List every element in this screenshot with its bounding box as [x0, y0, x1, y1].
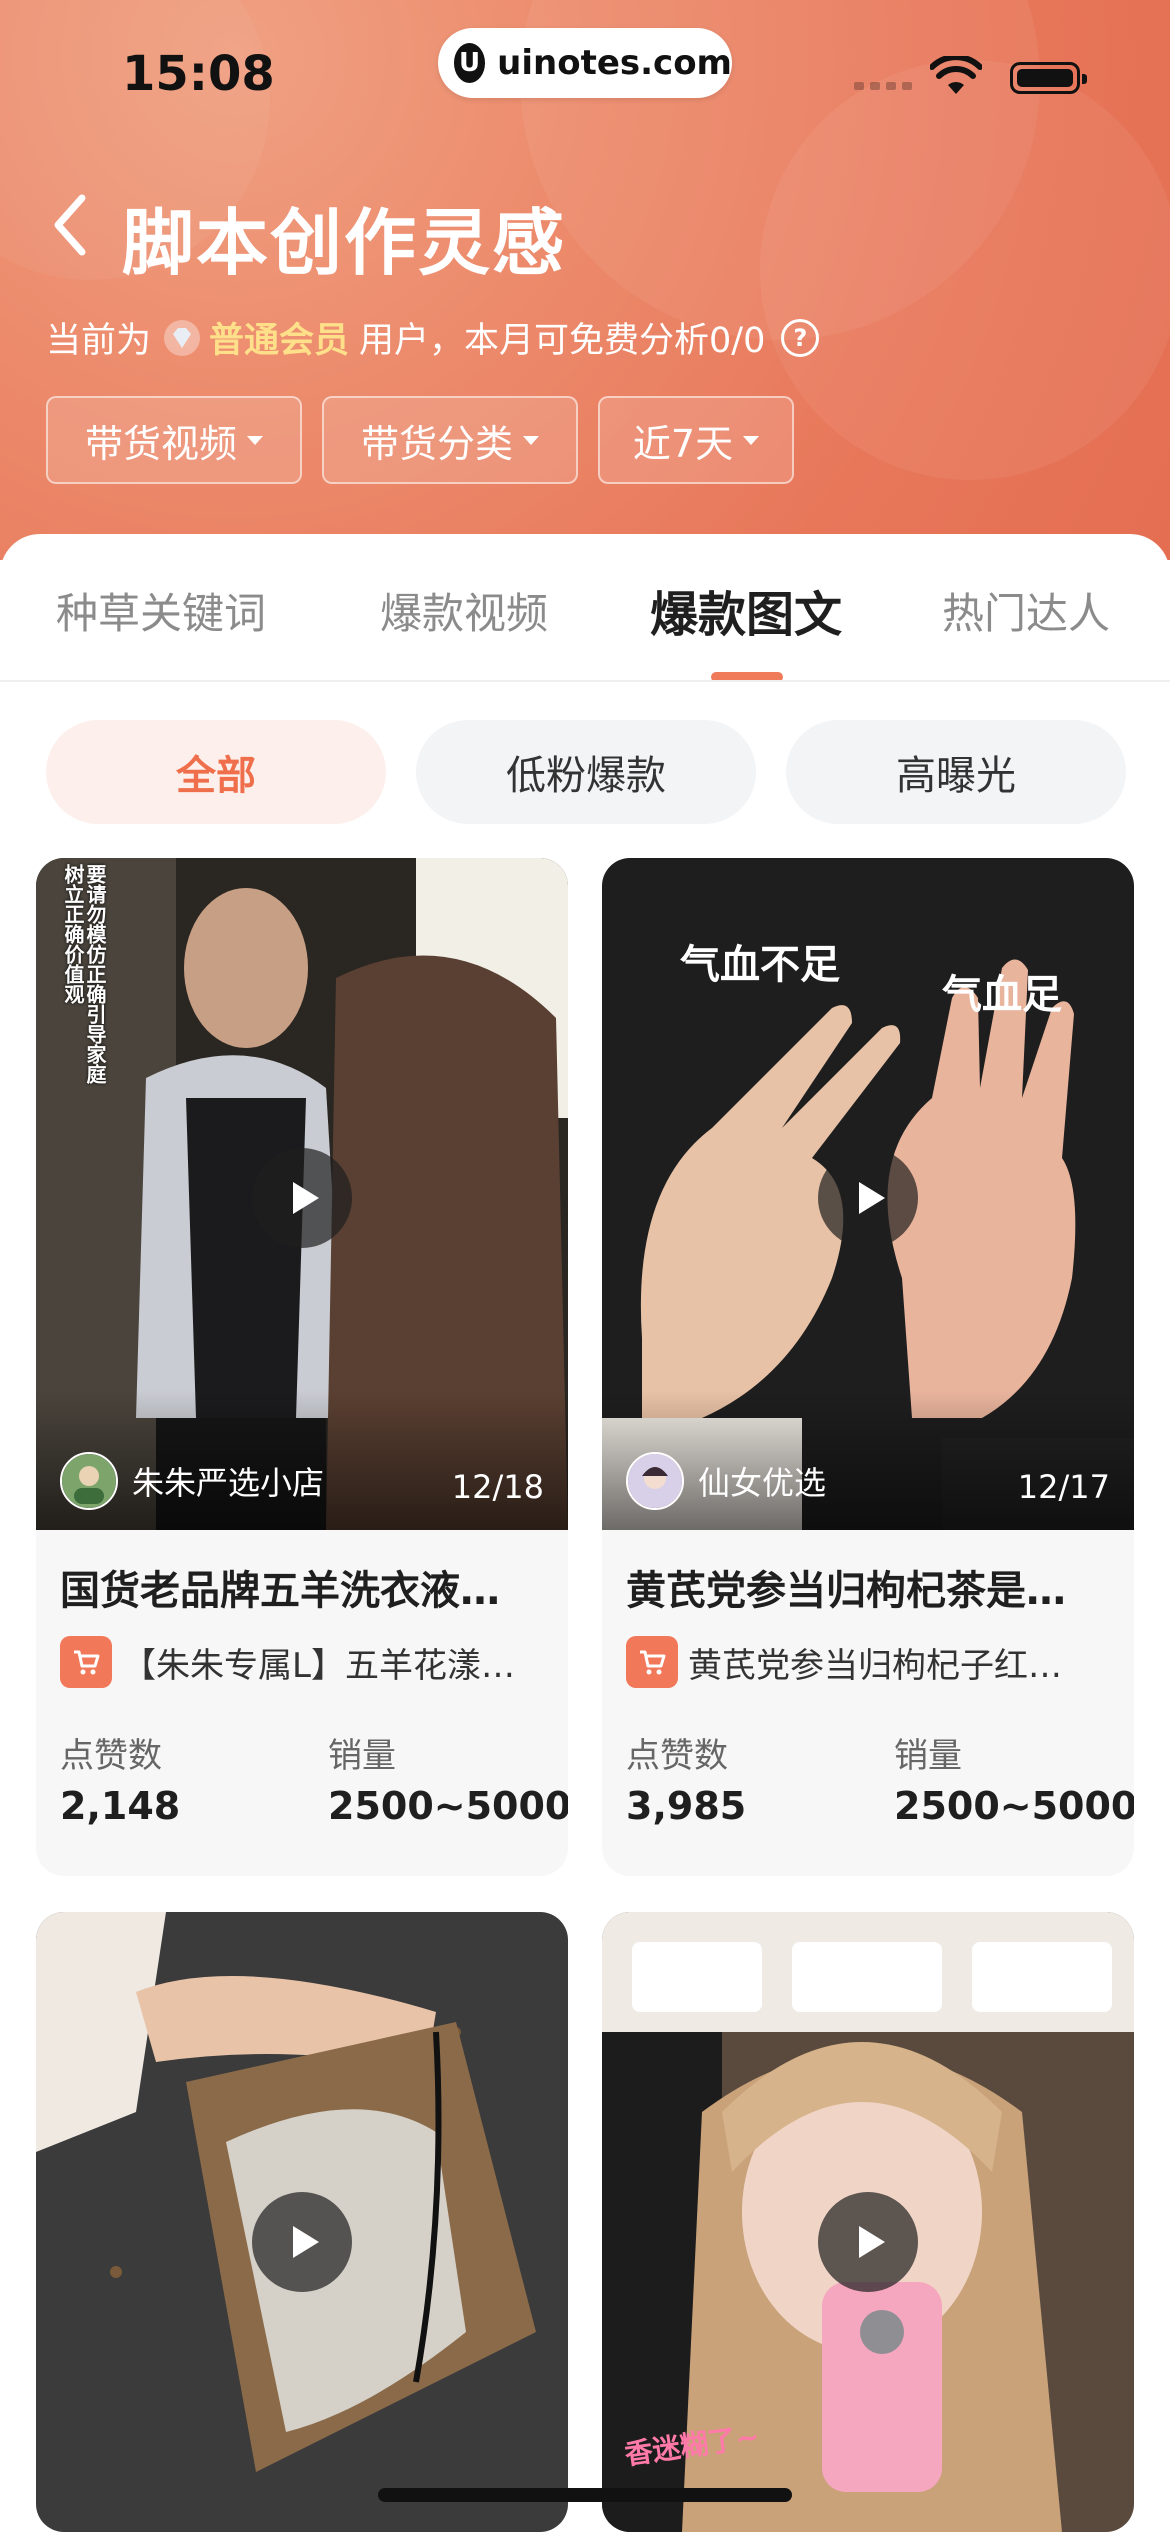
goods-name: 【朱朱专属L】五羊花漾…: [122, 1645, 515, 1686]
battery-icon: [1010, 62, 1087, 94]
help-icon[interactable]: ?: [781, 318, 820, 357]
sales-value: 2500~5000: [894, 1784, 1134, 1828]
chip-high-exposure[interactable]: 高曝光: [786, 720, 1126, 824]
card-thumbnail: 要请勿模仿正确引导家庭树立正确价值观 朱朱严选小店 12/18: [36, 858, 568, 1530]
likes-value: 3,985: [626, 1784, 747, 1828]
play-icon[interactable]: [818, 2192, 918, 2292]
page-title: 脚本创作灵感: [122, 201, 567, 285]
url-text: uinotes.com: [497, 43, 732, 83]
filter-category[interactable]: 带货分类: [322, 396, 578, 484]
card-author: 仙女优选: [626, 1452, 826, 1510]
play-icon[interactable]: [252, 2192, 352, 2292]
url-pill: U uinotes.com: [438, 28, 732, 98]
sales-label: 销量: [328, 1736, 396, 1776]
goods-name: 黄芪党参当归枸杞子红…: [688, 1645, 1062, 1686]
caret-down-icon: [247, 435, 263, 445]
tab-divider: [0, 680, 1170, 682]
tab-popular-creators[interactable]: 热门达人: [942, 580, 1110, 641]
card-thumbnail: [36, 1912, 568, 2532]
uinotes-logo-icon: U: [454, 43, 486, 83]
back-arrow-icon[interactable]: [48, 190, 96, 260]
caret-down-icon: [523, 435, 539, 445]
overlay-text-left: 气血不足: [680, 942, 840, 988]
card-thumbnail: 气血不足 气血足 仙女优选 12/17: [602, 858, 1134, 1530]
likes-label: 点赞数: [60, 1736, 162, 1776]
card-title: 黄芪党参当归枸杞茶是…: [626, 1568, 1066, 1614]
caret-down-icon: [743, 435, 760, 445]
diamond-icon: [164, 319, 201, 356]
member-prefix: 当前为: [46, 321, 152, 361]
content-card[interactable]: 要请勿模仿正确引导家庭树立正确价值观 朱朱严选小店 12/18 国货老品牌五羊洗…: [36, 858, 568, 1876]
chip-low-fans-hit[interactable]: 低粉爆款: [416, 720, 756, 824]
tab-hot-videos[interactable]: 爆款视频: [380, 580, 548, 641]
content-card[interactable]: 气血不足 气血足 仙女优选 12/17 黄芪党参当归枸杞茶是… 黄芪党参当归枸杞…: [602, 858, 1134, 1876]
shopping-cart-icon: [60, 1636, 112, 1688]
author-avatar: [60, 1452, 118, 1510]
cellular-signal-icon: [854, 82, 912, 90]
content-card[interactable]: [36, 1912, 568, 2532]
card-goods[interactable]: 【朱朱专属L】五羊花漾…: [60, 1636, 550, 1688]
sales-label: 销量: [894, 1736, 962, 1776]
play-icon[interactable]: [252, 1148, 352, 1248]
play-icon[interactable]: [818, 1148, 918, 1248]
author-name: 仙女优选: [698, 1464, 827, 1502]
sales-value: 2500~5000: [328, 1784, 568, 1828]
overlay-text-right: 气血足: [942, 972, 1062, 1018]
filter-video-type[interactable]: 带货视频: [46, 396, 302, 484]
wifi-icon: [930, 56, 982, 94]
filter-label: 带货分类: [360, 421, 513, 466]
home-indicator: [378, 2488, 792, 2502]
card-thumbnail: 香迷糊了~: [602, 1912, 1134, 2532]
member-status-line: 当前为 普通会员 用户，本月可免费分析0/0 ?: [46, 312, 820, 363]
filter-date-range[interactable]: 近7天: [598, 396, 794, 484]
card-date: 12/17: [1017, 1468, 1110, 1506]
author-name: 朱朱严选小店: [132, 1464, 325, 1502]
card-goods[interactable]: 黄芪党参当归枸杞子红…: [626, 1636, 1116, 1688]
card-date: 12/18: [451, 1468, 544, 1506]
likes-label: 点赞数: [626, 1736, 728, 1776]
tab-hot-image-text[interactable]: 爆款图文: [650, 575, 842, 645]
overlay-text: 要请勿模仿正确引导家庭树立正确价值观: [61, 864, 107, 1084]
card-author: 朱朱严选小店: [60, 1452, 324, 1510]
member-level: 普通会员: [209, 321, 350, 361]
filter-label: 带货视频: [84, 421, 237, 466]
author-avatar: [626, 1452, 684, 1510]
member-suffix: 用户，本月可免费分析0/0: [359, 321, 766, 361]
likes-value: 2,148: [60, 1784, 181, 1828]
tab-seeding-keywords[interactable]: 种草关键词: [56, 580, 266, 641]
status-time: 15:08: [122, 46, 275, 102]
shopping-cart-icon: [626, 1636, 678, 1688]
content-card[interactable]: 香迷糊了~: [602, 1912, 1134, 2532]
filter-label: 近7天: [632, 421, 734, 466]
chip-all[interactable]: 全部: [46, 720, 386, 824]
card-title: 国货老品牌五羊洗衣液…: [60, 1568, 500, 1614]
